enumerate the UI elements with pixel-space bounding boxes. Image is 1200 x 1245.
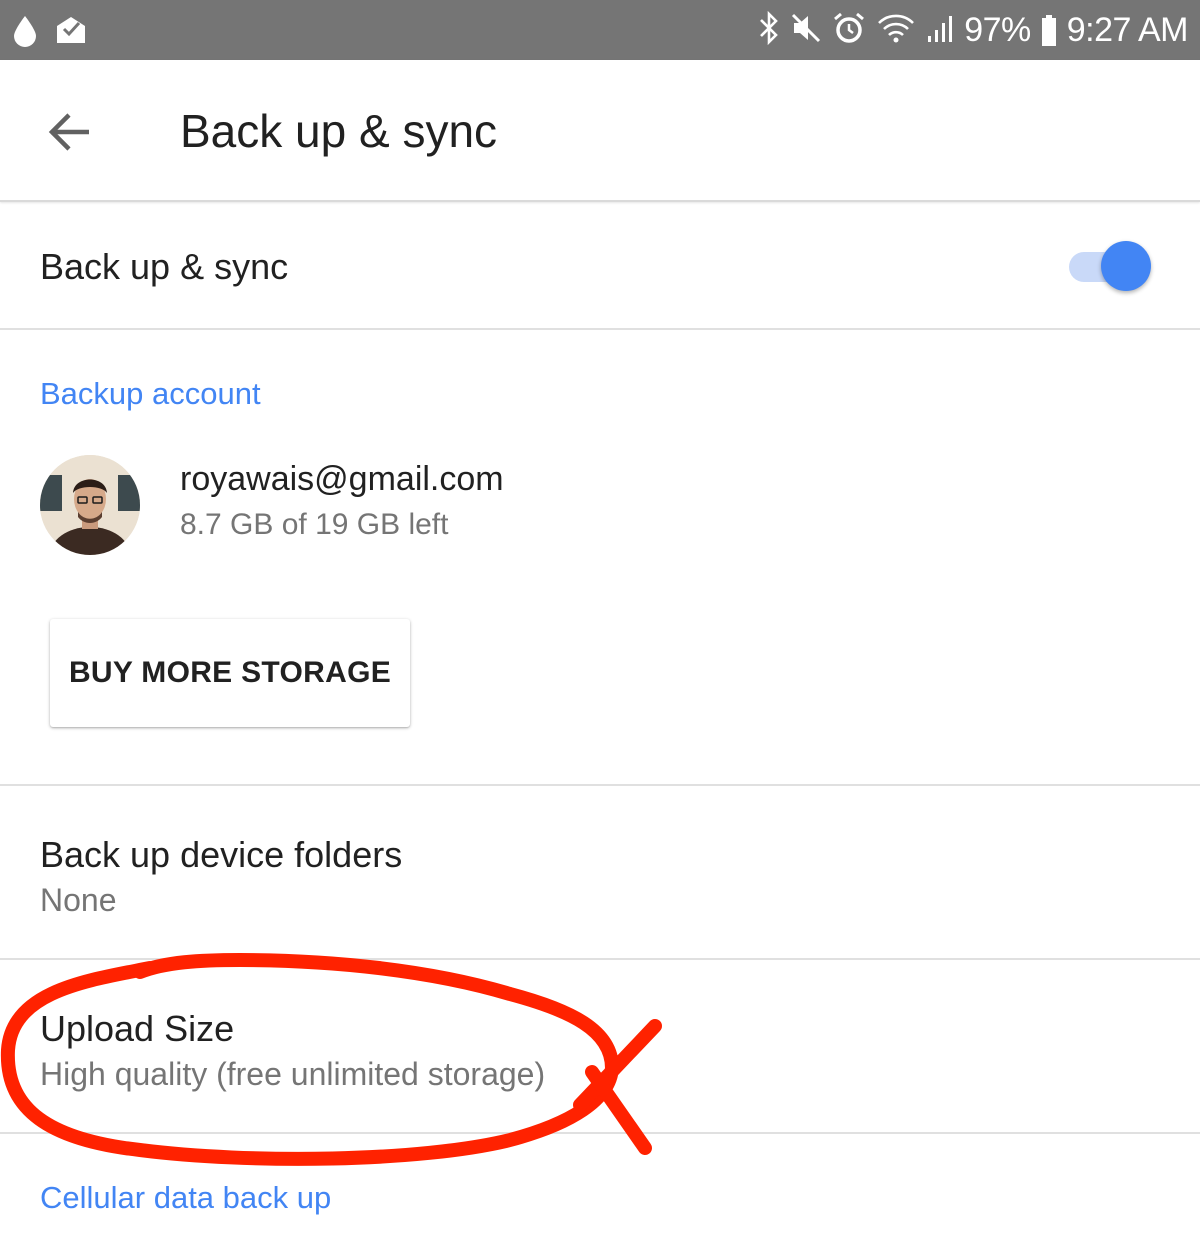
bluetooth-icon (758, 10, 780, 50)
backup-sync-row[interactable]: Back up & sync (0, 202, 1200, 330)
mail-check-icon (54, 14, 88, 53)
signal-icon (926, 12, 954, 49)
arrow-back-icon (48, 112, 92, 157)
clock: 9:27 AM (1066, 10, 1189, 49)
app-bar: Back up & sync (0, 60, 1200, 202)
upload-size-title: Upload Size (40, 1008, 235, 1049)
device-folders-value: None (40, 882, 117, 918)
backup-account-header: Backup account (40, 376, 261, 411)
divider (0, 1132, 1200, 1134)
drop-icon (12, 14, 38, 53)
avatar[interactable] (40, 455, 140, 555)
device-folders-title: Back up device folders (40, 834, 403, 875)
mute-icon (790, 12, 822, 49)
back-button[interactable] (40, 104, 100, 164)
wifi-icon (876, 12, 916, 49)
upload-size-value: High quality (free unlimited storage) (40, 1056, 546, 1092)
account-email: royawais@gmail.com (180, 460, 504, 498)
toggle-thumb (1101, 241, 1151, 291)
alarm-icon (832, 11, 866, 50)
upload-size-row[interactable]: Upload Size High quality (free unlimited… (0, 960, 1200, 1132)
cellular-header: Cellular data back up (40, 1180, 332, 1215)
backup-sync-toggle[interactable] (1067, 240, 1155, 294)
battery-icon (1041, 15, 1057, 46)
backup-sync-label: Back up & sync (40, 246, 289, 287)
battery-percent: 97% (964, 10, 1031, 49)
page-title: Back up & sync (180, 105, 498, 157)
buy-more-storage-button[interactable]: BUY MORE STORAGE (50, 619, 410, 727)
device-folders-row[interactable]: Back up device folders None (0, 786, 1200, 958)
storage-left: 8.7 GB of 19 GB left (180, 508, 449, 541)
status-bar: 97% 9:27 AM (0, 0, 1200, 60)
